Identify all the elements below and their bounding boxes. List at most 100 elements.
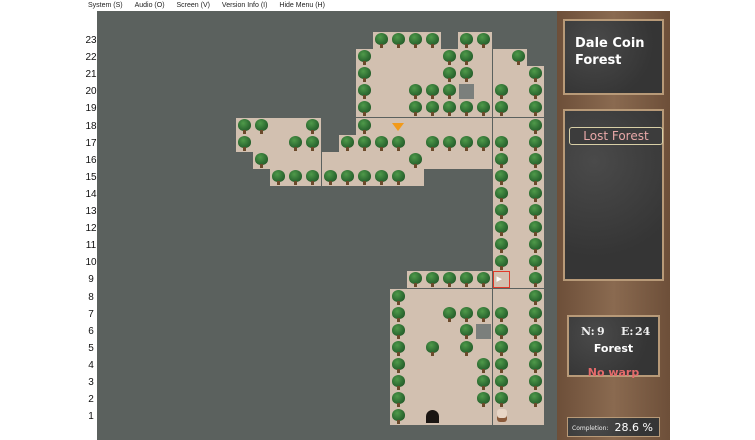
tree-tile	[492, 185, 510, 203]
floor-tile	[424, 288, 442, 306]
tree-tile	[321, 168, 339, 186]
dungeon-map[interactable]: ▸	[97, 11, 558, 440]
completion-value: 28.6 %	[614, 421, 653, 434]
tree-tile	[304, 168, 322, 186]
floor-tile	[321, 151, 339, 169]
floor-tile	[509, 151, 527, 169]
row-number: 22	[85, 52, 97, 64]
floor-tile	[509, 391, 527, 409]
row-ruler: 23 22 21 20 19 18 17 16 15 14 13 12 11 10 9 8 7 6 5 4 3 2 1	[85, 11, 97, 440]
floor-tile	[372, 151, 390, 169]
tree-tile	[458, 271, 476, 289]
floor-tile	[407, 168, 424, 186]
tree-tile	[389, 168, 407, 186]
floor-tile	[407, 339, 424, 357]
tree-tile	[407, 151, 424, 169]
floor-tile	[407, 356, 424, 374]
floor-tile	[509, 288, 527, 306]
tree-tile	[389, 305, 407, 323]
floor-tile	[458, 391, 476, 409]
cave-entrance-icon	[426, 410, 440, 424]
position-box: N: 9 E: 24 Forest No warp	[567, 315, 660, 379]
floor-tile	[389, 49, 407, 67]
floor-tile	[475, 66, 493, 84]
floor-tile	[424, 356, 442, 374]
floor-tile	[253, 134, 271, 152]
floor-tile	[424, 49, 442, 67]
floor-tile	[509, 66, 527, 84]
floor-tile	[389, 83, 407, 101]
tree-tile	[526, 305, 544, 323]
wall-tile	[458, 83, 476, 101]
row-number: 1	[88, 411, 94, 423]
menu-system[interactable]: System (S)	[88, 2, 123, 9]
tree-tile	[441, 271, 459, 289]
tree-tile	[492, 237, 510, 255]
tree-tile	[526, 374, 544, 391]
tree-tile	[492, 220, 510, 238]
floor-tile	[424, 151, 442, 169]
tree-tile	[304, 134, 322, 152]
tree-tile	[458, 49, 476, 67]
tree-tile	[441, 305, 459, 323]
row-number: 16	[85, 154, 97, 166]
tree-tile	[389, 288, 407, 306]
row-number: 5	[88, 342, 94, 354]
tree-tile	[287, 168, 305, 186]
row-number: 15	[85, 171, 97, 183]
tree-tile	[458, 100, 476, 118]
tree-tile	[424, 134, 442, 152]
tree-tile	[475, 305, 493, 323]
warp-status: No warp	[587, 366, 640, 379]
tree-tile	[372, 134, 390, 152]
row-number: 8	[88, 291, 94, 303]
player-icon	[496, 409, 507, 423]
row-number: 18	[85, 120, 97, 132]
floor-tile	[407, 391, 424, 409]
menu-audio[interactable]: Audio (O)	[135, 2, 165, 9]
floor-tile	[509, 220, 527, 238]
row-number: 13	[85, 206, 97, 217]
floor-tile	[458, 374, 476, 391]
floor-tile	[475, 288, 493, 306]
tree-tile	[407, 32, 424, 49]
floor-tile	[509, 203, 527, 220]
floor-tile	[389, 151, 407, 169]
floor-tile	[526, 408, 544, 426]
floor-tile	[458, 117, 476, 135]
wall-tile	[475, 322, 493, 340]
floor-tile	[509, 168, 527, 186]
row-number: 20	[85, 86, 97, 98]
tree-tile	[389, 408, 407, 426]
tree-tile	[526, 117, 544, 135]
tree-tile	[338, 134, 356, 152]
floor-tile	[441, 288, 459, 306]
tree-tile	[389, 322, 407, 340]
mouse-pointer-icon: ▸	[496, 272, 503, 286]
floor-tile	[458, 151, 476, 169]
floor-tile	[441, 374, 459, 391]
tree-tile	[304, 117, 322, 135]
floor-tile	[372, 117, 390, 135]
floor-tile	[492, 288, 510, 306]
row-number: 4	[88, 359, 94, 371]
tree-tile	[355, 134, 373, 152]
tree-tile	[389, 391, 407, 409]
selection-cursor[interactable]: ▸	[492, 271, 510, 289]
tree-tile	[424, 100, 442, 118]
menu-version-info[interactable]: Version Info (I)	[222, 2, 268, 9]
floor-tile	[509, 83, 527, 101]
tree-tile	[526, 339, 544, 357]
tree-tile	[492, 100, 510, 118]
region-name: Dale Coin Forest	[575, 36, 645, 68]
tree-tile	[338, 168, 356, 186]
row-number: 3	[88, 377, 94, 388]
menu-screen[interactable]: Screen (V)	[177, 2, 210, 9]
menu-hide-menu[interactable]: Hide Menu (H)	[279, 2, 325, 9]
floor-tile	[492, 117, 510, 135]
tree-tile	[526, 66, 544, 84]
floor-tile	[475, 151, 493, 169]
floor-tile	[509, 185, 527, 203]
floor-tile	[509, 322, 527, 340]
tree-tile	[492, 254, 510, 272]
